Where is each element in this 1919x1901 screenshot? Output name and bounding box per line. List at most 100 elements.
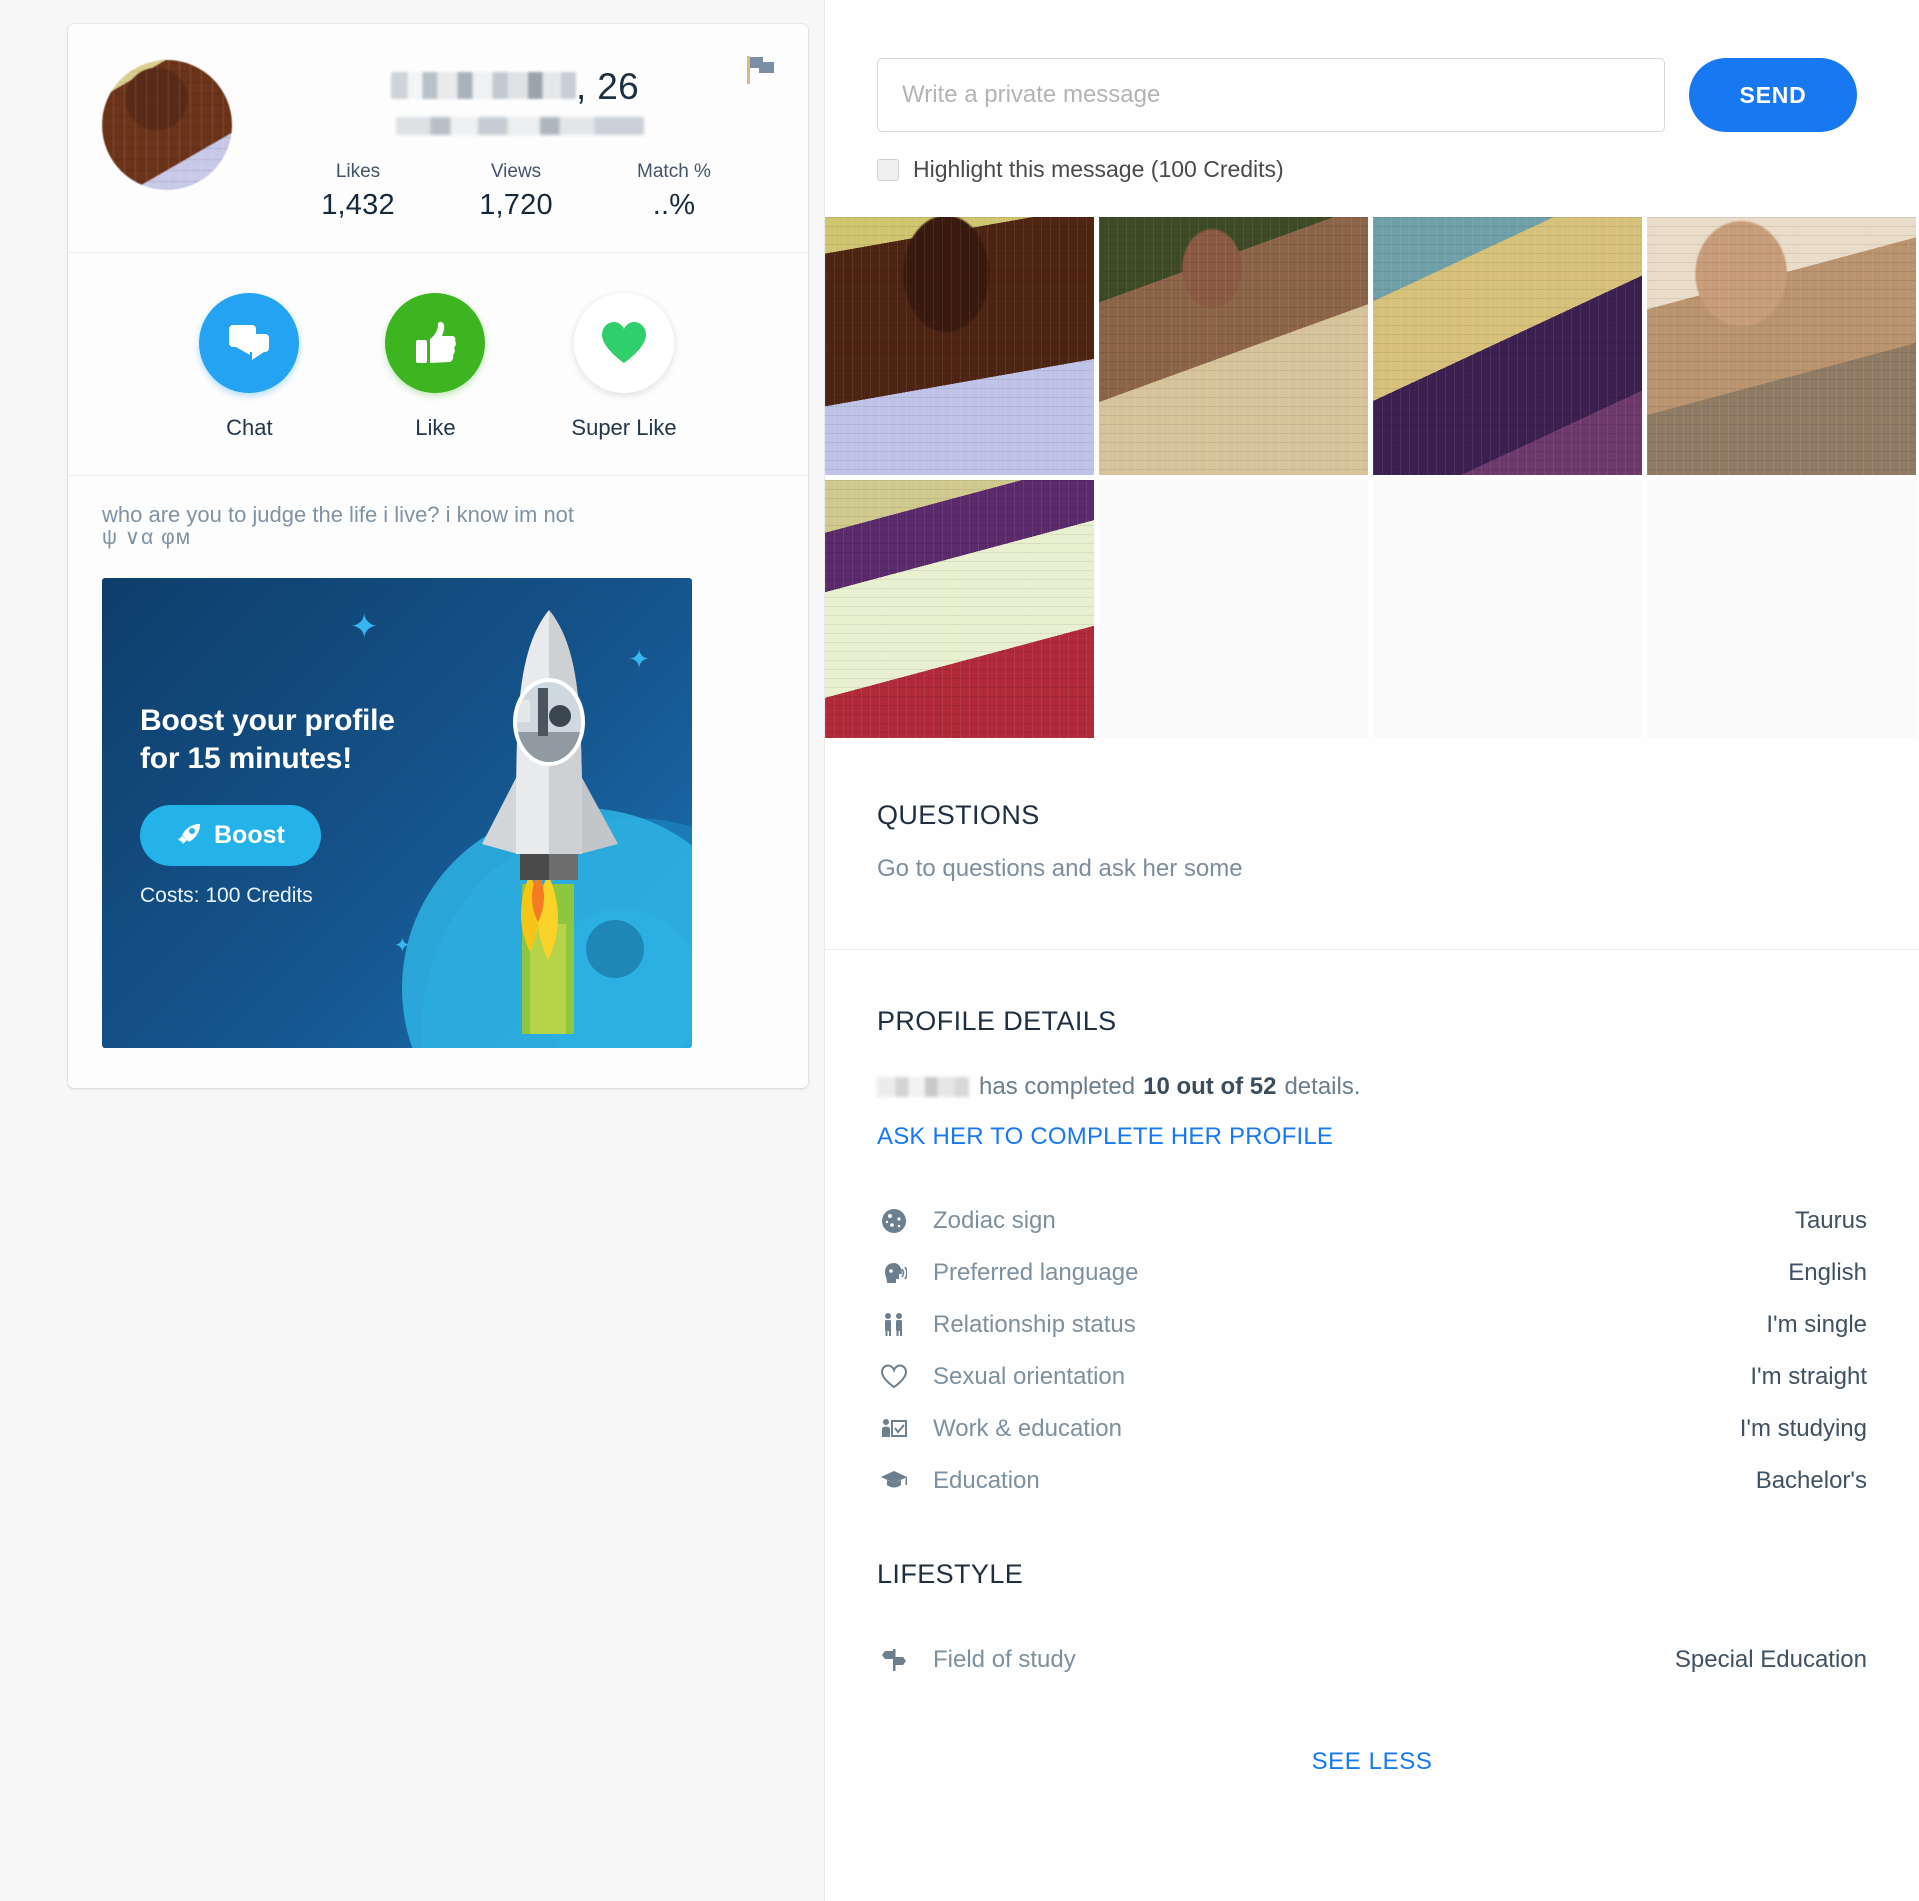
detail-label: Preferred language [933,1259,1139,1286]
see-less-link[interactable]: SEE LESS [877,1748,1867,1776]
photo-3[interactable] [1373,217,1642,475]
detail-label: Work & education [933,1415,1122,1442]
completion-suffix: details. [1284,1073,1361,1100]
chat-label: Chat [226,414,273,440]
detail-value: I'm straight [1750,1363,1867,1390]
photo-5[interactable] [825,480,1094,738]
message-composer: SEND Highlight this message (100 Credits… [825,0,1919,217]
heart-icon [574,292,674,393]
detail-label: Zodiac sign [933,1207,1056,1234]
profile-actions: Chat Like Super Like [68,253,808,476]
highlight-row: Highlight this message (100 Credits) [877,156,1857,183]
presenter-icon [877,1416,911,1442]
stat-likes: Likes 1,432 [310,159,406,222]
signpost-icon [877,1647,911,1673]
boost-banner[interactable]: ✦ ✦ ✦ Boost your profile for 15 minutes!… [102,578,692,1049]
bio-glyphs: ψ ∨α φм [102,525,192,549]
profile-card: , 26 Likes 1,432 Views 1,720 Match % ..%… [68,24,808,1089]
detail-row-language: Preferred language English [877,1247,1867,1299]
photo-gallery [825,217,1919,738]
like-label: Like [415,414,456,440]
completion-prefix: has completed [979,1073,1136,1100]
stat-value: ..% [652,188,696,221]
detail-row-work: Work & education I'm studying [877,1403,1867,1455]
bio-text: who are you to judge the life i live? i … [102,501,575,527]
stat-value: 1,432 [321,188,395,221]
left-column: , 26 Likes 1,432 Views 1,720 Match % ..%… [0,0,824,1901]
detail-value: Bachelor's [1755,1467,1867,1494]
chat-bubbles-icon [199,292,300,393]
graduation-cap-icon [877,1469,911,1493]
profile-page: , 26 Likes 1,432 Views 1,720 Match % ..%… [0,0,1919,1901]
photo-slot-8 [1647,480,1916,738]
detail-value: Taurus [1794,1207,1867,1234]
photo-slot-6 [1099,480,1368,738]
zodiac-icon [877,1208,911,1234]
questions-subtitle[interactable]: Go to questions and ask her some [877,855,1867,883]
photo-1[interactable] [825,217,1094,475]
heart-outline-icon [877,1364,911,1390]
completion-count: 10 out of 52 [1143,1073,1277,1100]
boost-banner-wrap: ✦ ✦ ✦ Boost your profile for 15 minutes!… [68,556,808,1088]
detail-value: English [1788,1259,1867,1286]
photo-4[interactable] [1647,217,1916,475]
highlight-label: Highlight this message (100 Credits) [913,156,1284,182]
detail-rows: Zodiac sign Taurus Preferred language En… [877,1195,1867,1507]
profile-completion-text: has completed 10 out of 52 details. [877,1073,1867,1101]
sparkle-icon: ✦ [350,608,379,647]
stat-label: Likes [335,161,381,182]
boost-text: Boost your profile for 15 minutes! Boost… [140,702,440,907]
ask-complete-profile-link[interactable]: ASK HER TO COMPLETE HER PROFILE [877,1123,1867,1151]
flag-icon[interactable] [744,54,778,86]
boost-cost: Costs: 100 Credits [140,883,313,907]
boost-button-label: Boost [214,820,285,849]
like-button[interactable]: Like [385,292,486,441]
stat-label: Match % [637,161,711,182]
photo-2[interactable] [1099,217,1368,475]
location-redacted [396,117,644,135]
detail-label: Relationship status [933,1311,1136,1338]
boost-title: Boost your profile for 15 minutes! [140,704,395,775]
detail-label: Field of study [933,1646,1076,1673]
highlight-checkbox[interactable] [877,158,899,181]
rocket-illustration [442,604,652,1039]
lifestyle-rows: Field of study Special Education [877,1634,1867,1686]
detail-label: Education [933,1467,1040,1494]
profile-identity: , 26 Likes 1,432 Views 1,720 Match % ..% [232,60,774,222]
detail-row-zodiac: Zodiac sign Taurus [877,1195,1867,1247]
name-redacted [391,72,577,99]
right-column: SEND Highlight this message (100 Credits… [824,0,1919,1901]
super-like-button[interactable]: Super Like [571,292,677,441]
detail-value: I'm studying [1739,1415,1867,1442]
stat-value: 1,720 [479,188,553,221]
message-row: SEND [877,58,1857,132]
thumbs-up-icon [385,292,486,393]
super-like-label: Super Like [571,414,677,440]
detail-value: I'm single [1766,1311,1867,1338]
profile-header: , 26 Likes 1,432 Views 1,720 Match % ..% [68,24,808,253]
detail-value: Special Education [1674,1646,1867,1673]
profile-details-title: PROFILE DETAILS [877,1006,1117,1036]
rocket-icon [178,824,200,845]
chat-button[interactable]: Chat [199,292,300,441]
lifestyle-title: LIFESTYLE [877,1559,1024,1589]
detail-row-education: Education Bachelor's [877,1455,1867,1507]
name-redacted-inline [877,1077,969,1097]
photo-slot-7 [1373,480,1642,738]
questions-section: QUESTIONS Go to questions and ask her so… [825,738,1919,950]
name-row: , 26 [266,66,774,108]
stat-match: Match % ..% [626,159,722,222]
questions-title: QUESTIONS [877,800,1040,830]
send-button[interactable]: SEND [1689,58,1857,132]
age-label: , 26 [576,66,639,107]
sparkle-icon: ✦ [394,935,411,958]
detail-row-field-of-study: Field of study Special Education [877,1634,1867,1686]
boost-button[interactable]: Boost [140,804,321,866]
detail-label: Sexual orientation [933,1363,1126,1390]
profile-stats: Likes 1,432 Views 1,720 Match % ..% [266,159,774,222]
avatar[interactable] [102,60,232,190]
profile-bio: who are you to judge the life i live? i … [68,476,808,557]
message-input[interactable] [877,58,1665,132]
speaking-head-icon [877,1260,911,1286]
detail-row-orientation: Sexual orientation I'm straight [877,1351,1867,1403]
